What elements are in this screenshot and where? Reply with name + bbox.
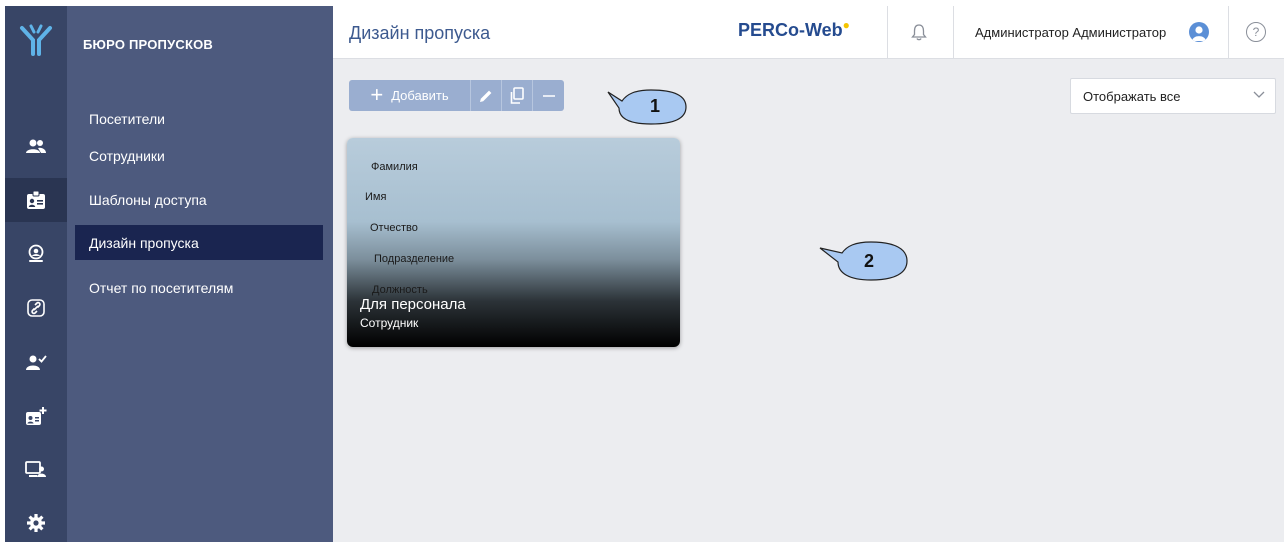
sidebar-item-visitors[interactable]: Посетители: [75, 101, 323, 136]
plus-icon: +: [370, 81, 384, 107]
card-field: Подразделение: [374, 253, 455, 265]
copy-button[interactable]: [502, 80, 533, 111]
card-title: Для персонала: [360, 296, 466, 313]
brand-name: PERCo-Web: [738, 20, 843, 40]
link-icon[interactable]: [5, 286, 67, 330]
pass-design-card[interactable]: Фамилия Имя Отчество Подразделение Должн…: [347, 138, 680, 347]
copy-icon: [510, 86, 524, 104]
person-check-icon[interactable]: [5, 340, 67, 384]
divider: [1228, 6, 1229, 59]
user-name[interactable]: Администратор Администратор: [975, 25, 1166, 40]
card-field: Отчество: [370, 222, 418, 234]
card-field: Фамилия: [371, 161, 418, 173]
icon-rail: [5, 6, 67, 542]
user-avatar-icon[interactable]: [1189, 22, 1209, 42]
sidebar-item-visitor-report[interactable]: Отчет по посетителям: [75, 270, 323, 305]
top-bar: Дизайн пропуска PERCo-Web● Администратор…: [333, 6, 1284, 59]
menu-title: БЮРО ПРОПУСКОВ: [83, 37, 213, 52]
callout-2-label: 2: [863, 251, 874, 271]
callout-1-label: 1: [649, 96, 660, 116]
edit-button[interactable]: [471, 80, 502, 111]
display-filter-value: Отображать все: [1083, 88, 1181, 104]
divider: [887, 6, 888, 59]
help-icon[interactable]: ?: [1246, 22, 1266, 42]
bell-icon[interactable]: [911, 23, 927, 46]
people-icon[interactable]: [5, 125, 67, 169]
id-card-add-icon[interactable]: [5, 394, 67, 438]
sidebar-item-employees[interactable]: Сотрудники: [75, 138, 323, 173]
gear-icon[interactable]: [5, 501, 67, 542]
minus-icon: [542, 94, 555, 97]
page-title: Дизайн пропуска: [349, 23, 491, 43]
divider: [953, 6, 954, 59]
add-button[interactable]: + Добавить: [349, 80, 471, 111]
monitor-person-icon[interactable]: [5, 447, 67, 491]
id-card-icon[interactable]: [5, 178, 67, 222]
visitor-search-icon[interactable]: [5, 232, 67, 276]
toolbar: + Добавить: [349, 80, 564, 111]
delete-button[interactable]: [533, 80, 564, 111]
logo-icon[interactable]: [5, 6, 67, 74]
app-window: БЮРО ПРОПУСКОВ Посетители Сотрудники Шаб…: [5, 6, 1284, 542]
pencil-icon: [480, 90, 492, 102]
sidebar-item-pass-design[interactable]: Дизайн пропуска: [75, 225, 323, 260]
section-menu: БЮРО ПРОПУСКОВ Посетители Сотрудники Шаб…: [67, 6, 333, 542]
main-area: Дизайн пропуска PERCo-Web● Администратор…: [333, 6, 1284, 542]
display-filter-select[interactable]: Отображать все: [1070, 78, 1276, 114]
brand-logo: PERCo-Web●: [738, 18, 850, 41]
card-subtitle: Сотрудник: [360, 316, 419, 330]
brand-dot-icon: ●: [842, 18, 850, 32]
chevron-down-icon: [1253, 91, 1265, 98]
card-field: Имя: [365, 191, 387, 203]
card-field: Должность: [372, 284, 428, 296]
add-button-label: Добавить: [391, 88, 449, 103]
sidebar-item-access-templates[interactable]: Шаблоны доступа: [75, 182, 323, 217]
